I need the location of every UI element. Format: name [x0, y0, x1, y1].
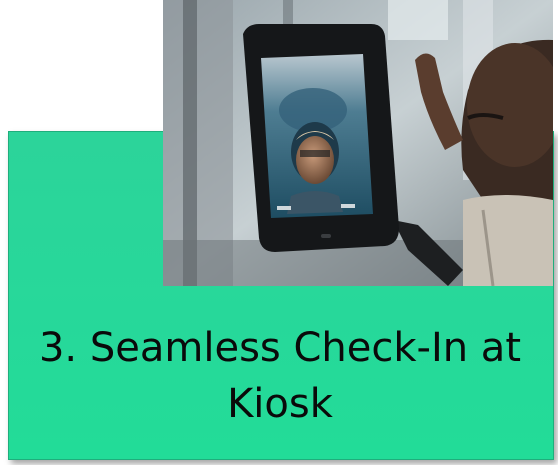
kiosk-photo: [163, 0, 553, 286]
title-line-1: 3. Seamless Check-In at: [38, 325, 521, 371]
card-title: 3. Seamless Check-In at Kiosk: [8, 320, 552, 432]
tablet-kiosk-icon: [243, 24, 399, 252]
title-line-2: Kiosk: [227, 381, 333, 427]
